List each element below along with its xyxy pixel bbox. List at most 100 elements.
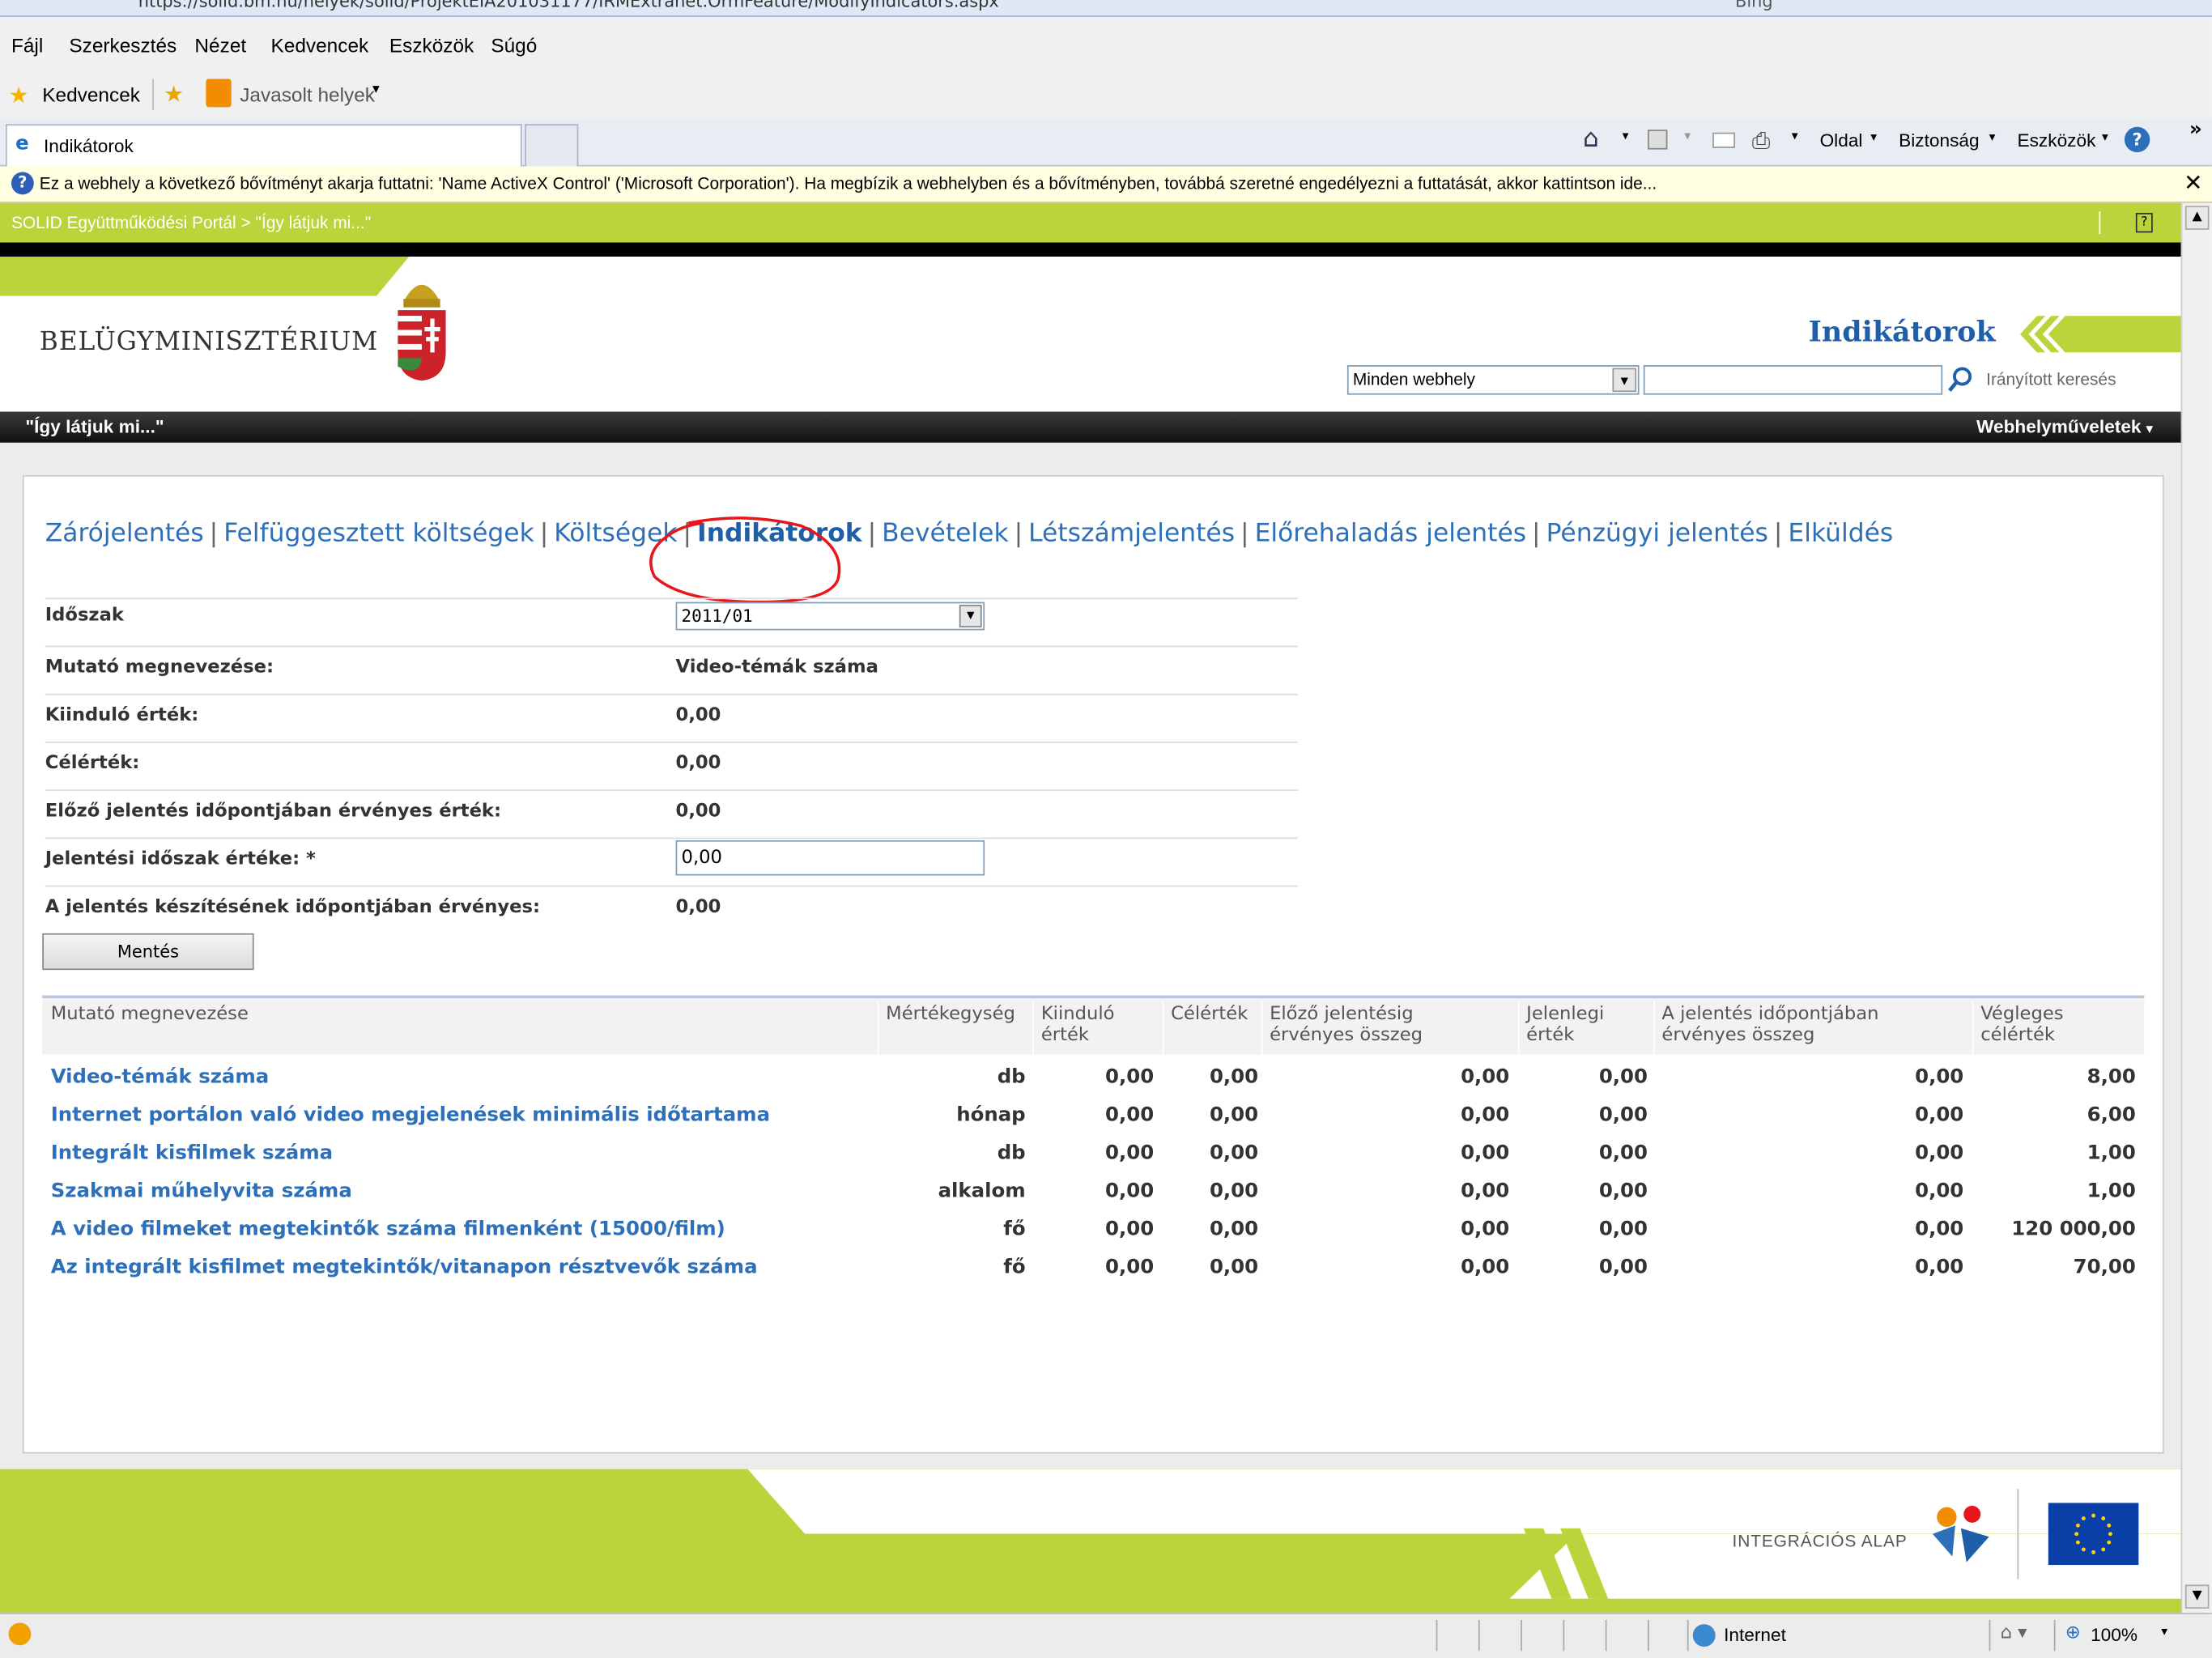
tab-suspended-costs[interactable]: Felfüggesztett költségek: [223, 519, 534, 549]
period-select[interactable]: 2011/01 ▼: [675, 602, 985, 631]
column-header-name[interactable]: Mutató megnevezése: [51, 1004, 249, 1025]
tab-headcount-report[interactable]: Létszámjelentés: [1028, 519, 1235, 549]
new-tab-button[interactable]: [525, 124, 579, 167]
menu-edit[interactable]: Szerkesztés: [69, 34, 177, 57]
target-cell: 0,00: [1209, 1180, 1259, 1203]
menu-help[interactable]: Súgó: [491, 34, 537, 57]
final-target-cell: 120 000,00: [2011, 1218, 2136, 1241]
column-header-target[interactable]: Célérték: [1171, 1004, 1248, 1025]
safety-menu[interactable]: Biztonság: [1899, 130, 1979, 151]
menu-view[interactable]: Nézet: [194, 34, 246, 57]
page-menu[interactable]: Oldal: [1820, 130, 1863, 151]
add-favorite-icon[interactable]: ★: [164, 80, 184, 107]
report-period-input[interactable]: [675, 840, 985, 876]
indicator-name-row: Mutató megnevezése: Video-témák száma: [45, 645, 1298, 694]
vertical-scrollbar[interactable]: ▲ ▼: [2180, 202, 2212, 1613]
search-input[interactable]: [1643, 365, 1943, 395]
search-scope-select[interactable]: Minden webhely ▼: [1346, 365, 1640, 395]
zoom-icon[interactable]: ⊕: [2065, 1622, 2081, 1643]
indicator-link[interactable]: Az integrált kisfilmet megtekintők/vitan…: [51, 1256, 758, 1279]
tab-final-report[interactable]: Zárójelentés: [45, 519, 204, 549]
target-cell: 0,00: [1209, 1256, 1259, 1279]
baseline-label: Kiinduló érték:: [45, 704, 199, 726]
indicator-link[interactable]: A video filmeket megtekintők száma filme…: [51, 1218, 725, 1241]
favorites-button[interactable]: Kedvencek: [42, 83, 140, 106]
column-header-prev-sum[interactable]: Előző jelentésig érvényes összeg: [1270, 1004, 1495, 1046]
home-icon[interactable]: ⌂: [1583, 124, 1599, 154]
address-url[interactable]: https://solid.bm.hu/helyek/solid/Projekt…: [138, 0, 999, 11]
tab-financial-report[interactable]: Pénzügyi jelentés: [1546, 519, 1768, 549]
tab-submit[interactable]: Elküldés: [1788, 519, 1893, 549]
final-target-cell: 1,00: [2087, 1180, 2136, 1203]
print-icon[interactable]: ⎙: [1752, 127, 1770, 155]
column-header-current[interactable]: Jelenlegi érték: [1526, 1004, 1639, 1046]
table-row: Internet portálon való video megjelenése…: [42, 1095, 2144, 1133]
previous-value-row: Előző jelentés időpontjában érvényes ért…: [45, 789, 1298, 837]
divider: [1648, 1619, 1649, 1652]
column-header-final-target[interactable]: Végleges célérték: [1980, 1004, 2093, 1046]
protected-mode-icon[interactable]: ⌂ ▾: [2001, 1622, 2027, 1643]
scroll-up-icon[interactable]: ▲: [2184, 206, 2210, 230]
close-icon[interactable]: ✕: [2184, 169, 2202, 196]
site-name-link[interactable]: "Így látjuk mi...": [25, 416, 164, 437]
suggested-sites-button[interactable]: Javasolt helyek: [240, 83, 375, 106]
chevron-down-icon[interactable]: ▾: [2161, 1626, 2167, 1639]
valid-value-row: A jelentés készítésének időpontjában érv…: [45, 885, 1298, 933]
security-zone[interactable]: Internet: [1724, 1624, 1786, 1645]
infobar-message[interactable]: Ez a webhely a következő bővítményt akar…: [40, 173, 1657, 193]
baseline-cell: 0,00: [1105, 1256, 1155, 1279]
tab-progress-report[interactable]: Előrehaladás jelentés: [1255, 519, 1527, 549]
unit-cell: hónap: [956, 1103, 1026, 1127]
column-header-baseline[interactable]: Kiinduló érték: [1041, 1004, 1154, 1046]
save-button[interactable]: Mentés: [42, 933, 254, 971]
help-icon[interactable]: ?: [2124, 126, 2150, 153]
site-title[interactable]: Indikátorok: [1809, 314, 1996, 348]
breadcrumb[interactable]: SOLID Együttműködési Portál > "Így látju…: [11, 213, 371, 232]
indicator-link[interactable]: Video-témák száma: [51, 1066, 270, 1089]
unit-cell: db: [997, 1065, 1026, 1089]
globe-icon: [1692, 1624, 1716, 1647]
breadcrumb-bar: SOLID Együttműködési Portál > "Így látju…: [0, 202, 2181, 243]
mail-icon[interactable]: [1712, 132, 1736, 148]
divider: [1605, 1619, 1607, 1652]
unit-cell: db: [997, 1141, 1026, 1165]
information-bar[interactable]: ? Ez a webhely a következő bővítményt ak…: [0, 166, 2212, 203]
column-header-report-sum[interactable]: A jelentés időpontjában érvényes összeg: [1661, 1004, 1943, 1046]
zoom-level[interactable]: 100%: [2091, 1624, 2138, 1645]
chevron-down-icon[interactable]: ▾: [1684, 130, 1691, 143]
chevron-right-icon[interactable]: »: [2189, 118, 2202, 141]
menu-favorites[interactable]: Kedvencek: [271, 34, 369, 57]
chevron-down-icon[interactable]: ▾: [372, 82, 380, 97]
title-chevron-icon: [2019, 316, 2181, 353]
favorites-bar: ★ Kedvencek ★ Javasolt helyek ▾: [0, 73, 2212, 119]
advanced-search-link[interactable]: Irányított keresés: [1986, 369, 2116, 389]
chevron-down-icon[interactable]: ▼: [959, 605, 982, 627]
tab-indicators[interactable]: e Indikátorok: [5, 124, 522, 167]
menu-tools[interactable]: Eszközök: [389, 34, 474, 57]
report-sum-cell: 0,00: [1915, 1256, 1964, 1279]
prev-sum-cell: 0,00: [1461, 1180, 1510, 1203]
period-row: Időszak: [45, 597, 1298, 645]
address-bar[interactable]: https://solid.bm.hu/helyek/solid/Projekt…: [0, 0, 2212, 17]
current-cell: 0,00: [1598, 1218, 1648, 1241]
search-provider[interactable]: Bing: [1735, 0, 1773, 11]
indicator-link[interactable]: Integrált kisfilmek száma: [51, 1142, 333, 1165]
ministry-logo-text[interactable]: BELÜGYMINISZTÉRIUM: [40, 327, 378, 357]
column-header-unit[interactable]: Mértékegység: [886, 1004, 1015, 1025]
feeds-icon[interactable]: [1648, 130, 1668, 150]
indicator-link[interactable]: Internet portálon való video megjelenése…: [51, 1104, 770, 1127]
status-warning-icon[interactable]: [8, 1622, 32, 1646]
chevron-down-icon[interactable]: ▾: [1623, 130, 1629, 143]
indicator-link[interactable]: Szakmai műhelyvita száma: [51, 1180, 352, 1203]
scroll-down-icon[interactable]: ▼: [2184, 1584, 2210, 1609]
help-icon[interactable]: ?: [2135, 212, 2153, 233]
previous-value-label: Előző jelentés időpontjában érvényes ért…: [45, 801, 502, 823]
search-icon[interactable]: [1946, 365, 1976, 395]
divider: [675, 885, 1298, 887]
chevron-down-icon[interactable]: ▾: [1792, 130, 1798, 143]
site-actions-menu[interactable]: Webhelyműveletek ▾: [1976, 416, 2153, 437]
tools-menu[interactable]: Eszközök: [2017, 130, 2095, 151]
menu-file[interactable]: Fájl: [11, 34, 43, 57]
tab-revenues[interactable]: Bevételek: [882, 519, 1008, 549]
chevron-down-icon[interactable]: ▼: [1612, 368, 1637, 393]
